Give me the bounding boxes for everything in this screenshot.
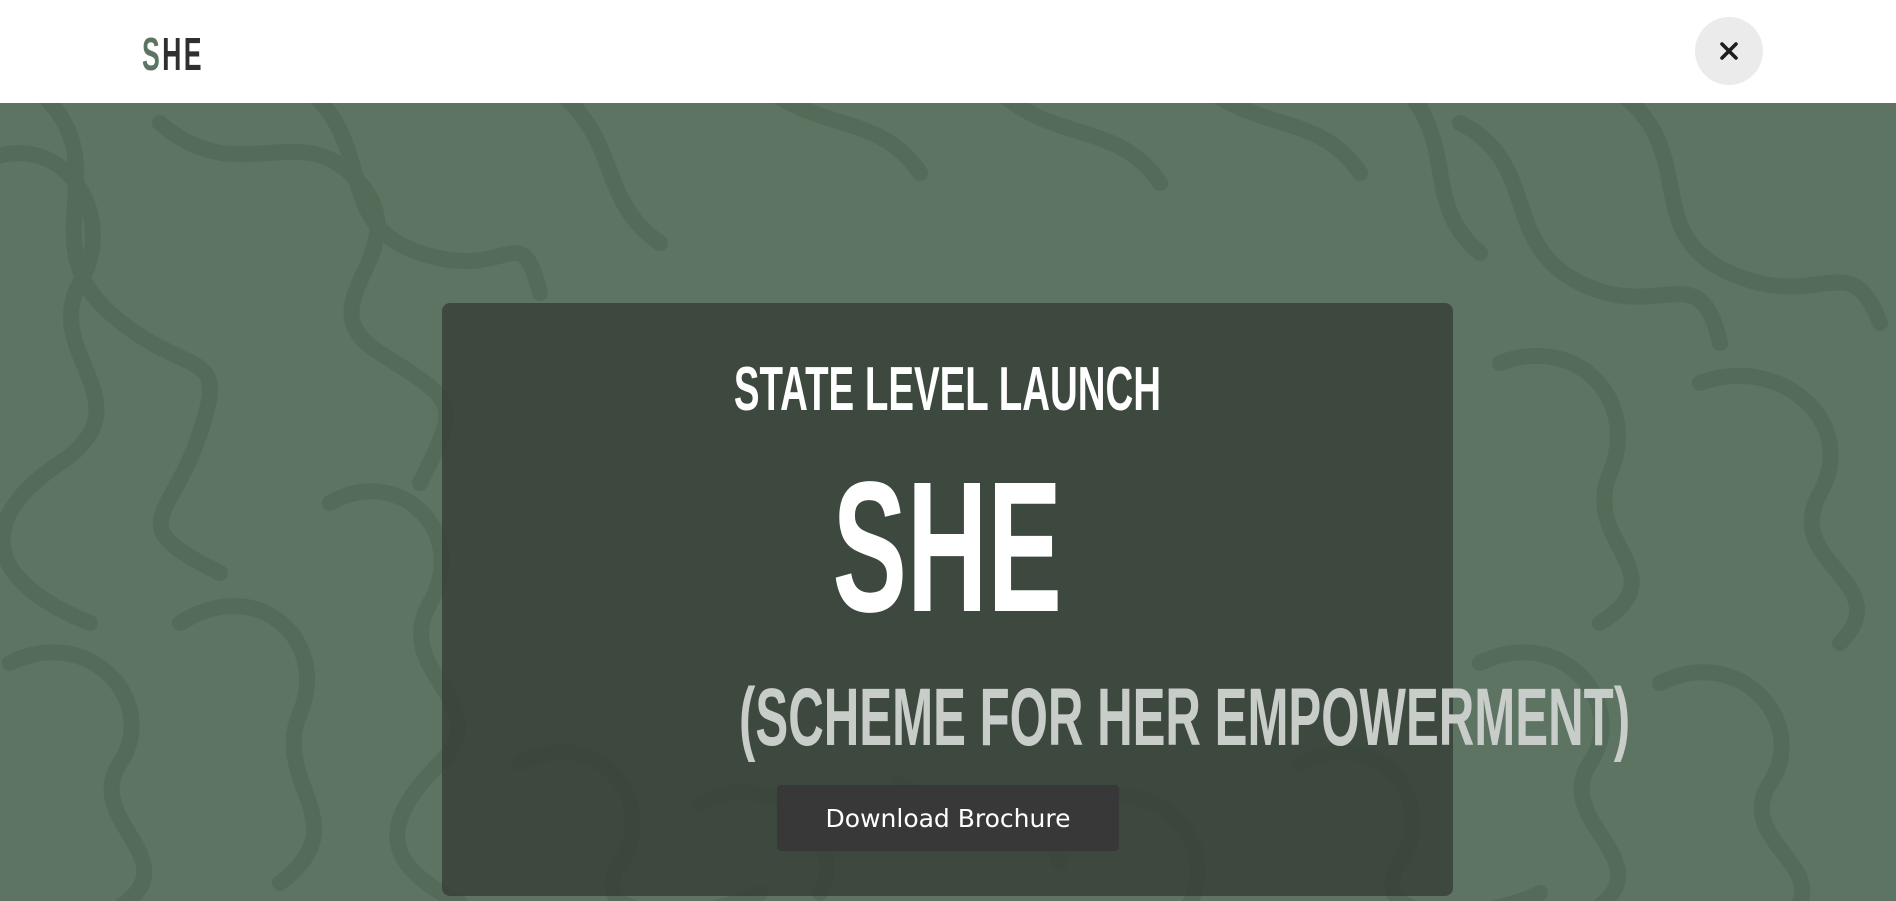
brand-logo[interactable]: SHE [142, 28, 204, 80]
kicker-text: STATE LEVEL LAUNCH [733, 355, 1162, 424]
subtitle-heading: (SCHEME FOR HER EMPOWERMENT) [442, 673, 1630, 763]
close-icon [1720, 42, 1738, 60]
subtitle-text: (SCHEME FOR HER EMPOWERMENT) [739, 672, 1631, 763]
logo-letters: HE [162, 28, 204, 80]
main-title: SHE [442, 453, 1453, 643]
kicker-heading: STATE LEVEL LAUNCH [442, 355, 1453, 425]
logo-letter-accent: S [142, 28, 163, 80]
launch-card: STATE LEVEL LAUNCH SHE (SCHEME FOR HER E… [442, 303, 1630, 896]
top-header: SHE [0, 0, 1896, 103]
download-brochure-button[interactable]: Download Brochure [777, 785, 1119, 851]
close-button[interactable] [1695, 17, 1763, 85]
hero-banner: STATE LEVEL LAUNCH SHE (SCHEME FOR HER E… [0, 103, 1896, 901]
title-text: SHE [832, 444, 1063, 651]
